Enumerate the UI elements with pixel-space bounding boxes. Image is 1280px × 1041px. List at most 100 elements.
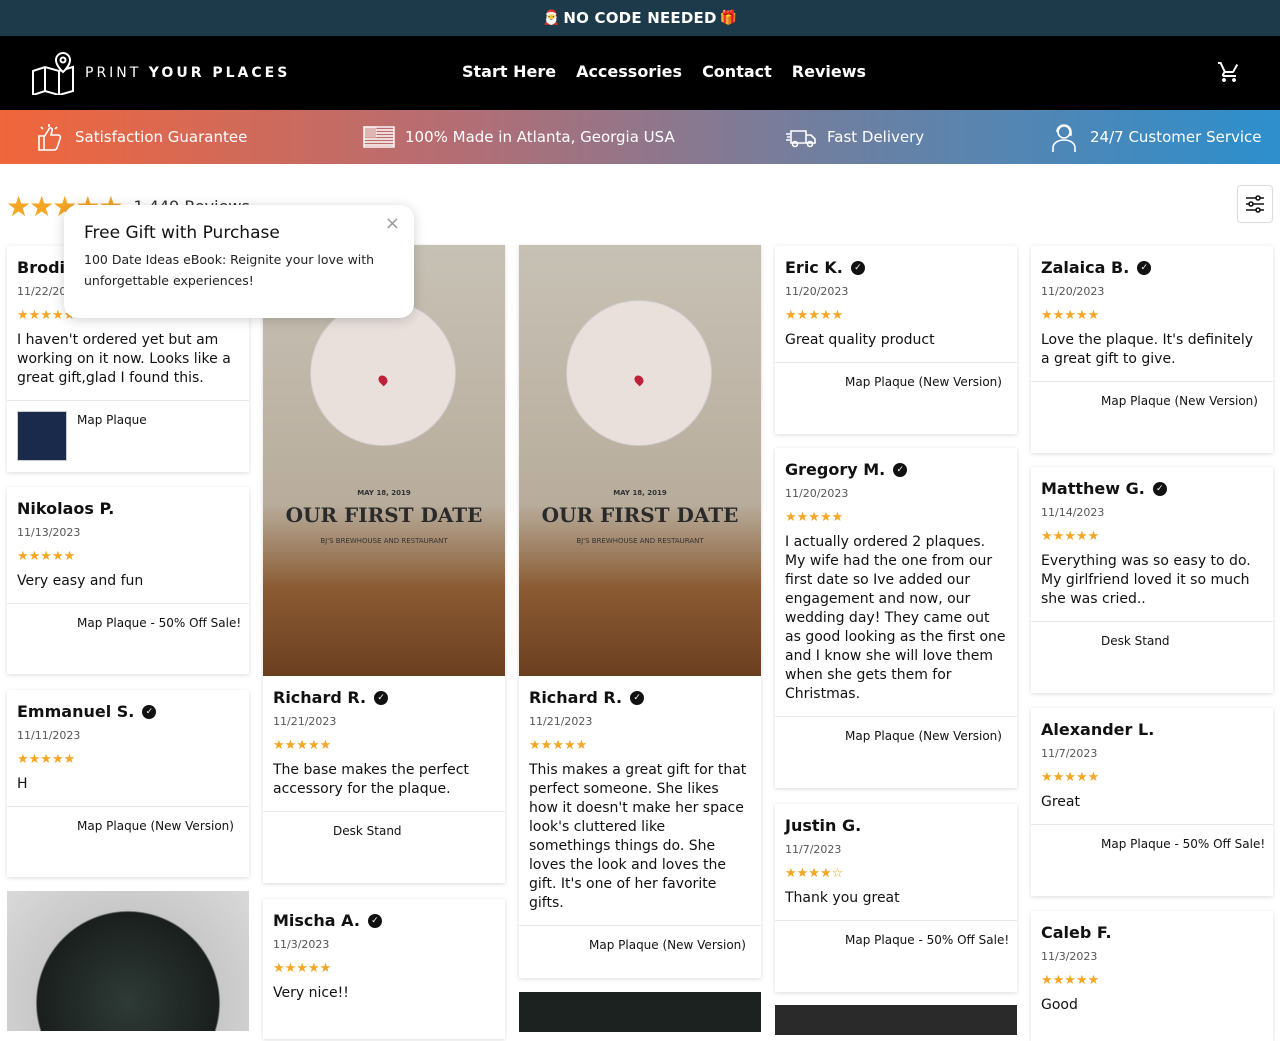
review-product[interactable]: Map Plaque [7,400,249,470]
review-card: Eric K. ✓ 11/20/2023 ★★★★★ Great quality … [775,246,1017,434]
reviewer-name: Richard R. ✓ [273,688,495,707]
reviewer-name: Justin G. [785,816,862,835]
trust-customer-service: 24/7 Customer Service [1048,122,1262,152]
nav-accessories[interactable]: Accessories [576,62,682,81]
review-product[interactable]: Map Plaque - 50% Off Sale! [7,603,249,673]
review-date: 11/14/2023 [1041,506,1105,519]
review-date: 11/13/2023 [17,526,81,539]
popup-body: 100 Date Ideas eBook: Reignite your love… [84,252,375,288]
popup-title: Free Gift with Purchase [84,223,280,243]
reviewer-name: Mischa A. ✓ [273,911,495,930]
site-header: PRINT YOUR PLACES Start Here Accessories… [0,36,1280,110]
reviewer-name: Gregory M. ✓ [785,460,1007,479]
review-date: 11/3/2023 [273,938,330,951]
verified-check-icon: ✓ [1137,260,1152,275]
reviewer-name: Richard R. ✓ [529,688,751,707]
sliders-icon [1246,195,1264,213]
product-name: Map Plaque - 50% Off Sale! [1101,837,1266,851]
plaque-title: OUR FIRST DATE [541,503,739,527]
review-photo[interactable] [7,891,249,1031]
review-stars: ★★★★★ [273,961,332,976]
review-date: 11/21/2023 [529,715,593,728]
plaque-venue: BJ'S BREWHOUSE AND RESTAURANT [320,537,448,545]
cart-button[interactable] [1217,60,1241,88]
review-date: 11/20/2023 [785,285,849,298]
main-nav: Start Here Accessories Contact Reviews [462,62,866,81]
review-text: This makes a great gift for that perfect… [529,762,747,911]
product-name: Map Plaque [77,413,147,427]
review-text: Everything was so easy to do. My girlfri… [1041,553,1251,607]
review-text: Great [1041,794,1080,810]
delivery-truck-icon [786,130,816,148]
review-product[interactable]: Map Plaque (New Version) [775,362,1017,432]
nav-start-here[interactable]: Start Here [462,62,556,81]
close-icon[interactable]: × [385,213,400,234]
review-text: I haven't ordered yet but am working on … [17,332,231,386]
review-date: 11/20/2023 [785,487,849,500]
verified-check-icon: ✓ [367,913,382,928]
product-name: Desk Stand [1101,634,1170,648]
thumbs-up-icon [38,124,62,151]
review-stars: ★★★★★ [529,738,588,753]
santa-icon: 🎅 [542,10,561,26]
product-name: Map Plaque (New Version) [77,819,234,833]
review-date: 11/20/2023 [1041,285,1105,298]
review-card: MAY 18, 2019 OUR FIRST DATE BJ'S BREWHOU… [263,245,505,883]
map-circle [566,300,712,446]
cart-icon [1218,62,1239,82]
product-thumbnail [17,411,67,461]
plaque-date: MAY 18, 2019 [357,489,411,497]
nav-reviews[interactable]: Reviews [792,62,866,81]
site-logo[interactable]: PRINT YOUR PLACES [31,51,290,95]
review-product[interactable]: Desk Stand [263,811,505,881]
product-name: Map Plaque - 50% Off Sale! [77,616,242,630]
review-card: Nikolaos P. 11/13/2023 ★★★★★ Very easy a… [7,487,249,674]
review-stars: ★★★★★ [1041,973,1100,988]
plaque-date: MAY 18, 2019 [613,489,667,497]
review-product[interactable]: Map Plaque (New Version) [7,806,249,876]
review-card: MAY 18, 2019 OUR FIRST DATE BJ'S BREWHOU… [519,245,761,978]
brand-name: PRINT YOUR PLACES [85,65,291,81]
announcement-text: NO CODE NEEDED [563,9,717,27]
reviewer-name: Alexander L. [1041,720,1155,739]
map-pin-icon [632,373,646,387]
reviewer-name: Nikolaos P. [17,499,115,518]
review-product[interactable]: Map Plaque - 50% Off Sale! [775,920,1017,990]
reviewer-name: Zalaica B. ✓ [1041,258,1263,277]
plaque-venue: BJ'S BREWHOUSE AND RESTAURANT [576,537,704,545]
nav-contact[interactable]: Contact [702,62,772,81]
review-date: 11/7/2023 [1041,747,1098,760]
product-name: Map Plaque (New Version) [845,729,1002,743]
review-stars: ★★★★★ [1041,529,1100,544]
review-product[interactable]: Map Plaque (New Version) [775,716,1017,786]
trust-bar: Satisfaction Guarantee 100% Made in Atla… [0,110,1280,164]
review-text: Good [1041,997,1078,1013]
plaque-title: OUR FIRST DATE [285,503,483,527]
trust-fast-delivery: Fast Delivery [785,122,924,152]
review-text: Thank you great [785,890,900,906]
reviewer-name: Emmanuel S. ✓ [17,702,239,721]
filter-button[interactable] [1237,185,1273,223]
free-gift-popup: Free Gift with Purchase 100 Date Ideas e… [64,205,414,318]
review-stars: ★★★★★ [273,738,332,753]
product-name: Map Plaque (New Version) [845,375,1002,389]
review-product[interactable]: Desk Stand [1031,621,1273,691]
review-photo[interactable]: MAY 18, 2019 OUR FIRST DATE BJ'S BREWHOU… [519,245,761,676]
review-text: Very nice!! [273,985,349,1001]
review-photo[interactable] [519,992,761,1032]
product-name: Map Plaque (New Version) [589,938,746,952]
product-name: Desk Stand [333,824,402,838]
map-circle [310,300,456,446]
review-photo[interactable] [775,1005,1017,1035]
review-product[interactable]: Map Plaque (New Version) [1031,381,1273,451]
verified-check-icon: ✓ [850,260,865,275]
review-product[interactable]: Map Plaque (New Version) [519,925,761,978]
reviewer-name: Matthew G. ✓ [1041,479,1263,498]
reviewer-name: Caleb F. [1041,923,1112,942]
review-text: I actually ordered 2 plaques. My wife ha… [785,534,1006,702]
product-name: Map Plaque (New Version) [1101,394,1258,408]
map-pin-logo-icon [32,51,74,95]
review-text: Love the plaque. It's definitely a great… [1041,332,1254,367]
product-name: Map Plaque - 50% Off Sale! [845,933,1010,947]
review-product[interactable]: Map Plaque - 50% Off Sale! [1031,824,1273,894]
